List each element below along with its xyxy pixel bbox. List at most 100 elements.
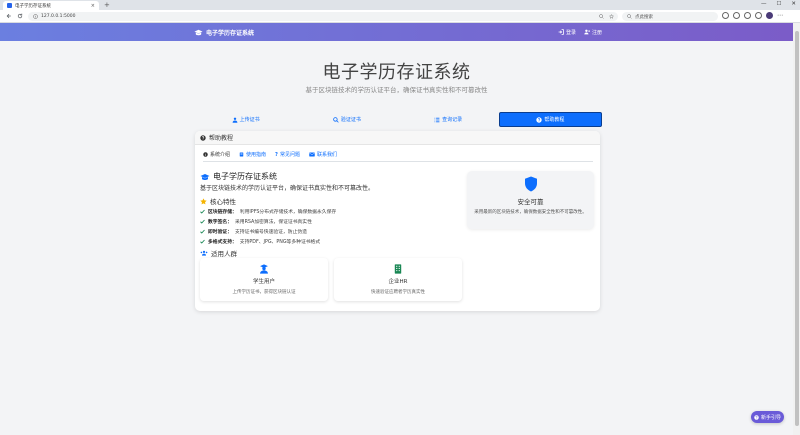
shield-icon <box>524 176 537 192</box>
system-description: 基于区块链技术的学历认证平台，确保证书真实性和不可篡改性。 <box>200 185 375 192</box>
audience-name: 企业HR <box>388 279 408 285</box>
main-tabs: 上传证书 验证证书 查询记录 帮助教程 <box>195 112 602 127</box>
star-icon <box>200 197 207 204</box>
nav-actions: 登录 注册 <box>558 23 602 41</box>
feature-name: 多格式支持： <box>208 239 237 245</box>
envelope-icon <box>309 152 315 157</box>
feature-desc: 支持证书编号快速验证，防止伪造 <box>235 229 307 235</box>
subtab-contact-label: 联系我们 <box>316 152 337 158</box>
page-scrollbar[interactable] <box>793 23 800 435</box>
maximize-button[interactable]: ☐ <box>776 1 781 7</box>
search-icon <box>333 116 339 123</box>
tab-verify-label: 验证证书 <box>340 117 361 123</box>
back-icon[interactable] <box>4 12 13 21</box>
app-navbar: 电子学历存证系统 登录 注册 <box>0 23 793 41</box>
page-title: 电子学历存证系统 <box>322 62 471 83</box>
feature-desc: 采用RSA加密算法，保证证书真实性 <box>235 219 312 225</box>
features-title-text: 核心特性 <box>210 198 236 206</box>
system-title-text: 电子学历存证系统 <box>213 172 277 181</box>
search-icon <box>627 14 632 19</box>
page-subtitle: 基于区块链技术的学历认证平台，确保证书真实性和不可篡改性 <box>305 86 488 94</box>
browser-tab-bar: 电子学历存证系统 × + — ☐ ✕ <box>0 0 800 10</box>
audience-title-text: 适用人群 <box>211 250 237 258</box>
list-icon <box>434 117 440 122</box>
building-icon <box>394 264 402 274</box>
favicon-icon <box>7 3 12 8</box>
security-card: 安全可靠 采用最新的区块链技术，确保数据安全性和不可篡改性。 <box>467 171 594 229</box>
brand[interactable]: 电子学历存证系统 <box>194 23 254 41</box>
security-title: 安全可靠 <box>517 198 544 206</box>
collections-icon[interactable] <box>744 12 751 19</box>
site-info-icon[interactable] <box>33 14 38 19</box>
subtab-guide-label: 使用指南 <box>246 152 267 158</box>
browser-search-field[interactable]: 点此搜索 <box>622 12 718 21</box>
check-icon <box>200 219 205 224</box>
bookmark-star-icon[interactable] <box>609 14 614 19</box>
help-card: 帮助教程 系统介绍 使用指南 ? 常见问题 联系我们 电子学历存证系统 基于区块… <box>195 131 600 311</box>
favorites-icon[interactable] <box>733 12 740 19</box>
subtab-contact[interactable]: 联系我们 <box>309 151 337 158</box>
features-title: 核心特性 <box>200 196 236 206</box>
subtab-faq[interactable]: ? 常见问题 <box>275 151 300 159</box>
register-label: 注册 <box>592 29 603 36</box>
check-icon <box>200 229 205 234</box>
scrollbar-thumb[interactable] <box>794 31 799 426</box>
audience-name: 学生用户 <box>252 279 275 285</box>
feature-item: 数字签名： 采用RSA加密算法，保证证书真实性 <box>200 216 336 226</box>
new-tab-button[interactable]: + <box>104 1 110 9</box>
sign-in-icon <box>558 29 564 35</box>
browser-tab-title: 电子学历存证系统 <box>15 3 51 9</box>
tab-records[interactable]: 查询记录 <box>398 112 499 127</box>
tab-records-label: 查询记录 <box>442 117 463 123</box>
minimize-button[interactable]: — <box>761 1 767 7</box>
graduation-cap-icon <box>200 173 210 180</box>
brand-label: 电子学历存证系统 <box>206 29 255 37</box>
reload-icon[interactable] <box>15 12 24 21</box>
check-icon <box>200 209 205 214</box>
subtab-guide[interactable]: 使用指南 <box>239 151 266 158</box>
user-plus-icon <box>584 29 591 35</box>
browser-tab[interactable]: 电子学历存证系统 × <box>3 1 99 10</box>
check-icon <box>200 239 205 244</box>
guide-button-label: 新手引导 <box>760 414 781 421</box>
url-field[interactable]: 127.0.0.1:5000 <box>28 12 618 21</box>
security-desc: 采用最新的区块链技术，确保数据安全性和不可篡改性。 <box>474 210 587 215</box>
url-text: 127.0.0.1:5000 <box>41 14 76 19</box>
book-icon <box>239 152 244 157</box>
system-title: 电子学历存证系统 <box>200 171 277 182</box>
extension-area: ⋯ <box>722 12 783 19</box>
question-circle-icon <box>536 116 543 123</box>
onboarding-guide-button[interactable]: 新手引导 <box>751 411 784 423</box>
login-link[interactable]: 登录 <box>558 29 576 36</box>
feature-name: 即时验证： <box>208 229 232 235</box>
tab-upload[interactable]: 上传证书 <box>195 112 296 127</box>
browser-menu-icon[interactable]: ⋯ <box>777 12 783 19</box>
browser-search-placeholder: 点此搜索 <box>635 14 653 20</box>
question-mark-icon: ? <box>275 151 278 158</box>
audience-desc: 快速验证应聘者学历真实性 <box>371 290 425 295</box>
subtab-faq-label: 常见问题 <box>279 152 300 158</box>
feature-item: 区块链存储： 利用IPFS分布式存储技术，确保数据永久保存 <box>200 206 336 216</box>
info-circle-icon <box>203 152 208 157</box>
close-tab-icon[interactable]: × <box>91 3 95 9</box>
tab-help-label: 帮助教程 <box>544 117 565 123</box>
tab-upload-label: 上传证书 <box>239 117 260 123</box>
tab-help[interactable]: 帮助教程 <box>498 112 602 127</box>
help-card-title: 帮助教程 <box>209 135 234 142</box>
address-bar: 127.0.0.1:5000 点此搜索 ⋯ <box>0 10 800 23</box>
feature-desc: 利用IPFS分布式存储技术，确保数据永久保存 <box>239 209 337 215</box>
profile-avatar[interactable] <box>766 12 773 19</box>
close-window-button[interactable]: ✕ <box>791 1 796 7</box>
feature-name: 数字签名： <box>208 219 232 225</box>
register-link[interactable]: 注册 <box>584 29 602 36</box>
tab-verify[interactable]: 验证证书 <box>296 112 397 127</box>
downloads-icon[interactable] <box>755 12 762 19</box>
features-list: 区块链存储： 利用IPFS分布式存储技术，确保数据永久保存 数字签名： 采用RSA加… <box>200 206 336 246</box>
login-label: 登录 <box>566 29 577 36</box>
zoom-icon[interactable] <box>599 14 604 19</box>
extension-icon[interactable] <box>722 12 729 19</box>
subtab-divider <box>203 161 593 162</box>
subtab-intro[interactable]: 系统介绍 <box>203 151 230 158</box>
feature-name: 区块链存储： <box>208 209 237 215</box>
feature-item: 即时验证： 支持证书编号快速验证，防止伪造 <box>200 226 336 236</box>
